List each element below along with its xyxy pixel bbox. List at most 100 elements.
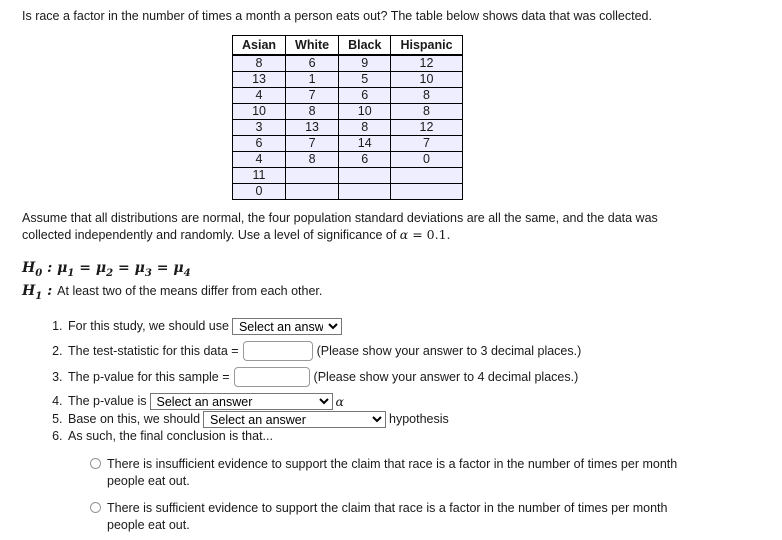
- table-cell-empty: [285, 166, 340, 184]
- decision-select[interactable]: Select an answer: [203, 411, 387, 429]
- question-4-row: The p-value is Select an answer α: [68, 393, 762, 411]
- choice-sufficient-label: There is sufficient evidence to support …: [107, 501, 668, 533]
- table-cell: 6: [338, 86, 392, 104]
- alternative-hypothesis: H1 : At least two of the means differ fr…: [22, 281, 762, 304]
- p-value-input[interactable]: [233, 367, 310, 388]
- radio-button-icon[interactable]: [90, 502, 101, 514]
- h0-colon: :: [42, 259, 58, 276]
- table-cell: 8: [338, 118, 392, 136]
- choice-sufficient-evidence[interactable]: There is sufficient evidence to support …: [90, 500, 762, 534]
- table-cell: 1: [285, 70, 340, 88]
- h1-symbol: H1: [22, 283, 42, 302]
- column-header-white: White: [285, 35, 340, 56]
- table-cell: 8: [390, 86, 463, 104]
- table-row: 11: [231, 166, 463, 184]
- p-value-comparison-select[interactable]: Select an answer: [149, 393, 333, 411]
- questions-list: For this study, we should use Select an …: [22, 318, 762, 444]
- table-cell: 5: [338, 70, 392, 88]
- table-cell: 7: [285, 86, 340, 104]
- question-5-label: Base on this, we should: [68, 412, 201, 427]
- assumption-text: Assume that all distributions are normal…: [22, 210, 682, 244]
- table-body: 8 6 9 12 13 1 5 10 4 7 6 8 10 8 10 8 3 1…: [231, 54, 463, 200]
- problem-page: Is race a factor in the number of times …: [0, 0, 782, 534]
- table-cell-empty: [338, 182, 392, 200]
- table-header-row: Asian White Black Hispanic: [231, 35, 463, 56]
- table-cell: 7: [285, 134, 340, 152]
- table-cell-empty: [338, 166, 392, 184]
- table-cell: 4: [231, 86, 287, 104]
- hypotheses-block: H0 : μ1 = μ2 = μ3 = μ4 H1 : At least two…: [22, 258, 762, 305]
- table-row: 0: [231, 182, 463, 200]
- h0-statement: μ1 = μ2 = μ3 = μ4: [57, 259, 191, 279]
- table-cell: 6: [285, 54, 340, 72]
- table-cell: 8: [231, 54, 287, 72]
- alpha-symbol: α: [399, 226, 409, 242]
- question-5-row: Base on this, we should Select an answer…: [68, 411, 762, 429]
- question-3-row: The p-value for this sample = (Please sh…: [68, 367, 762, 388]
- assumption-part1: Assume that all distributions are normal…: [22, 210, 658, 242]
- table-cell: 0: [390, 150, 463, 168]
- test-statistic-input[interactable]: [242, 341, 313, 362]
- intro-text: Is race a factor in the number of times …: [22, 9, 652, 23]
- table-cell-empty: [390, 182, 463, 200]
- table-cell: 9: [338, 54, 392, 72]
- table-row: 6 7 14 7: [231, 134, 463, 152]
- question-2: The test-statistic for this data = (Plea…: [66, 341, 762, 362]
- table-row: 8 6 9 12: [231, 54, 463, 72]
- conclusion-choices: There is insufficient evidence to suppor…: [90, 456, 762, 534]
- study-type-select[interactable]: Select an answer: [231, 318, 342, 336]
- table-cell: 11: [231, 166, 287, 184]
- table-cell-empty: [390, 166, 463, 184]
- question-4-label: The p-value is: [68, 394, 147, 409]
- question-1-label: For this study, we should use: [68, 319, 229, 334]
- table-header: Asian White Black Hispanic: [231, 35, 463, 56]
- table-cell-empty: [285, 182, 340, 200]
- alpha-value: = 0.1.: [408, 226, 451, 242]
- choice-insufficient-label: There is insufficient evidence to suppor…: [107, 457, 678, 489]
- table-cell: 3: [231, 118, 287, 136]
- table-row: 13 1 5 10: [231, 70, 463, 88]
- table-cell: 13: [285, 118, 340, 136]
- table-cell: 10: [231, 102, 287, 120]
- table-cell: 8: [390, 102, 463, 120]
- h0-symbol: H0: [22, 259, 42, 279]
- null-hypothesis: H0 : μ1 = μ2 = μ3 = μ4: [22, 258, 762, 281]
- choice-insufficient-evidence[interactable]: There is insufficient evidence to suppor…: [90, 456, 762, 490]
- table-cell: 13: [231, 70, 287, 88]
- table-cell: 12: [390, 54, 463, 72]
- question-6: As such, the final conclusion is that...: [66, 429, 762, 444]
- column-header-hispanic: Hispanic: [390, 35, 463, 56]
- question-4-alpha: α: [335, 394, 344, 410]
- table-cell: 8: [285, 102, 340, 120]
- question-1-row: For this study, we should use Select an …: [68, 318, 762, 336]
- table-cell: 7: [390, 134, 463, 152]
- column-header-asian: Asian: [231, 35, 287, 56]
- question-3: The p-value for this sample = (Please sh…: [66, 367, 762, 388]
- data-table-container: Asian White Black Hispanic 8 6 9 12 13 1…: [231, 34, 762, 200]
- table-row: 10 8 10 8: [231, 102, 463, 120]
- question-2-row: The test-statistic for this data = (Plea…: [68, 341, 762, 362]
- h1-letter: H: [22, 283, 36, 300]
- table-row: 4 8 6 0: [231, 150, 463, 168]
- question-2-hint: (Please show your answer to 3 decimal pl…: [316, 343, 582, 358]
- table-cell: 12: [390, 118, 463, 136]
- data-table: Asian White Black Hispanic 8 6 9 12 13 1…: [231, 34, 463, 200]
- column-header-black: Black: [338, 35, 392, 56]
- table-cell: 14: [338, 134, 392, 152]
- question-4: The p-value is Select an answer α: [66, 393, 762, 411]
- question-3-label: The p-value for this sample =: [68, 369, 230, 384]
- question-5: Base on this, we should Select an answer…: [66, 411, 762, 429]
- table-cell: 6: [231, 134, 287, 152]
- table-cell: 8: [285, 150, 340, 168]
- table-row: 4 7 6 8: [231, 86, 463, 104]
- question-2-label: The test-statistic for this data =: [68, 343, 239, 358]
- question-3-hint: (Please show your answer to 4 decimal pl…: [313, 369, 579, 384]
- question-5-suffix: hypothesis: [389, 412, 449, 427]
- radio-button-icon[interactable]: [90, 458, 101, 470]
- table-cell: 4: [231, 150, 287, 168]
- h0-letter: H: [22, 259, 36, 276]
- question-6-label: As such, the final conclusion is that...: [68, 429, 273, 444]
- h1-statement: At least two of the means differ from ea…: [57, 284, 323, 299]
- table-cell: 0: [231, 182, 287, 200]
- question-1: For this study, we should use Select an …: [66, 318, 762, 336]
